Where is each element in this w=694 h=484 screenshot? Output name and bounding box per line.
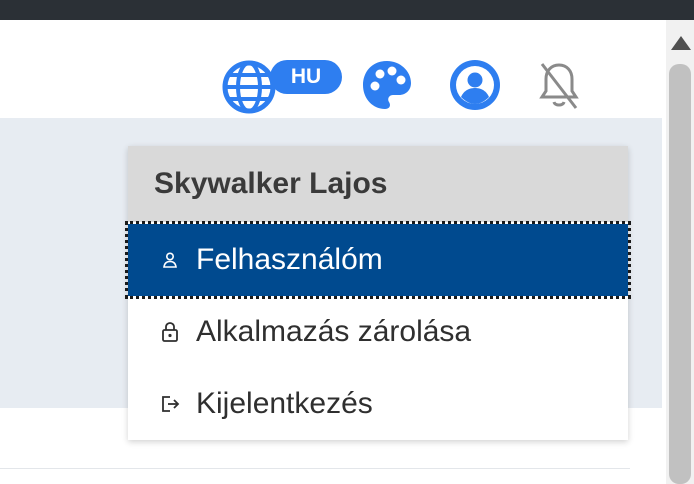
user-name: Skywalker Lajos — [128, 146, 628, 222]
window-top-bar — [0, 0, 694, 20]
language-selector[interactable]: HU — [216, 58, 344, 116]
scroll-up-arrow-icon[interactable] — [671, 36, 691, 50]
scrollbar-thumb[interactable] — [669, 64, 691, 484]
palette-icon — [360, 58, 414, 117]
user-menu-button[interactable] — [446, 58, 504, 116]
divider — [0, 468, 630, 469]
theme-button[interactable] — [358, 58, 416, 116]
user-dropdown-menu: Skywalker Lajos Felhasználóm Alkalmazás … — [125, 146, 631, 440]
menu-item-logout[interactable]: Kijelentkezés — [128, 368, 628, 440]
menu-item-profile[interactable]: Felhasználóm — [125, 221, 631, 299]
logout-icon — [158, 392, 182, 416]
app-header: HU — [0, 20, 662, 116]
vertical-scrollbar[interactable] — [662, 20, 694, 484]
notifications-button[interactable] — [530, 58, 588, 116]
bell-off-icon — [536, 60, 582, 115]
globe-icon — [220, 58, 278, 121]
user-circle-icon — [448, 58, 502, 117]
menu-item-label: Alkalmazás zárolása — [196, 315, 472, 348]
lock-icon — [158, 320, 182, 344]
user-icon — [158, 248, 182, 272]
menu-item-label: Kijelentkezés — [196, 387, 373, 420]
menu-item-label: Felhasználóm — [196, 243, 383, 276]
language-badge: HU — [270, 60, 342, 94]
menu-item-lock-app[interactable]: Alkalmazás zárolása — [128, 296, 628, 368]
